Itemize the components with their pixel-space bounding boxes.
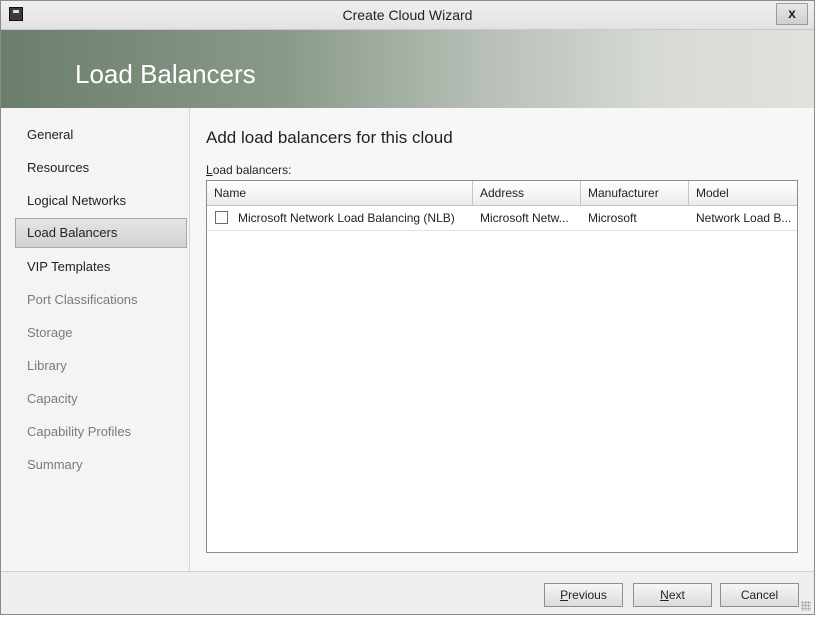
cell-manufacturer: Microsoft: [588, 211, 637, 225]
sidebar-item-storage: Storage: [27, 325, 73, 340]
column-header-address[interactable]: Address: [473, 181, 581, 205]
column-header-name[interactable]: Name: [207, 181, 473, 205]
sidebar-item-library: Library: [27, 358, 67, 373]
create-cloud-wizard-window: Create Cloud Wizard x Load Balancers Gen…: [0, 0, 815, 615]
cell-name: Microsoft Network Load Balancing (NLB): [238, 211, 455, 225]
title-bar[interactable]: Create Cloud Wizard x: [1, 1, 814, 30]
sidebar-item-logical-networks[interactable]: Logical Networks: [15, 186, 187, 216]
sidebar-item-general[interactable]: General: [15, 120, 187, 150]
cell-model: Network Load B...: [696, 211, 792, 225]
access-key-n: N: [660, 588, 669, 602]
window-title: Create Cloud Wizard: [342, 7, 473, 23]
next-button[interactable]: Next: [633, 583, 712, 607]
load-balancers-table[interactable]: Name Address Manufacturer Model Microsof…: [206, 180, 798, 553]
previous-label: revious: [568, 588, 607, 602]
column-header-manufacturer[interactable]: Manufacturer: [581, 181, 689, 205]
resize-grip-icon[interactable]: [801, 601, 811, 611]
access-key-l: L: [206, 163, 213, 177]
load-balancers-label-text: oad balancers:: [212, 163, 292, 177]
table-row[interactable]: Microsoft Network Load Balancing (NLB) M…: [207, 206, 797, 231]
page-title: Load Balancers: [75, 59, 256, 89]
column-header-model[interactable]: Model: [689, 181, 797, 205]
main-content: Add load balancers for this cloud Load b…: [190, 108, 814, 571]
close-button[interactable]: x: [776, 3, 808, 25]
access-key-p: P: [560, 588, 569, 602]
sidebar-item-capacity: Capacity: [27, 391, 78, 406]
cell-address: Microsoft Netw...: [480, 211, 569, 225]
wizard-footer: Previous Next Cancel: [1, 571, 814, 614]
row-checkbox[interactable]: [215, 211, 228, 224]
wizard-step-sidebar: General Resources Logical Networks Load …: [1, 108, 190, 571]
cancel-button[interactable]: Cancel: [720, 583, 799, 607]
sidebar-item-capability-profiles: Capability Profiles: [27, 424, 132, 439]
sidebar-item-resources[interactable]: Resources: [15, 153, 187, 183]
sidebar-item-summary: Summary: [27, 457, 83, 472]
load-balancers-label: Load balancers:: [206, 163, 291, 177]
sidebar-item-load-balancers[interactable]: Load Balancers: [15, 218, 187, 248]
section-heading: Add load balancers for this cloud: [206, 128, 453, 147]
next-label: ext: [668, 588, 685, 602]
sidebar-item-port-classifications: Port Classifications: [27, 292, 138, 307]
page-banner: Load Balancers: [1, 30, 814, 108]
sidebar-item-vip-templates[interactable]: VIP Templates: [15, 252, 187, 282]
table-header: Name Address Manufacturer Model: [207, 181, 797, 206]
previous-button[interactable]: Previous: [544, 583, 623, 607]
